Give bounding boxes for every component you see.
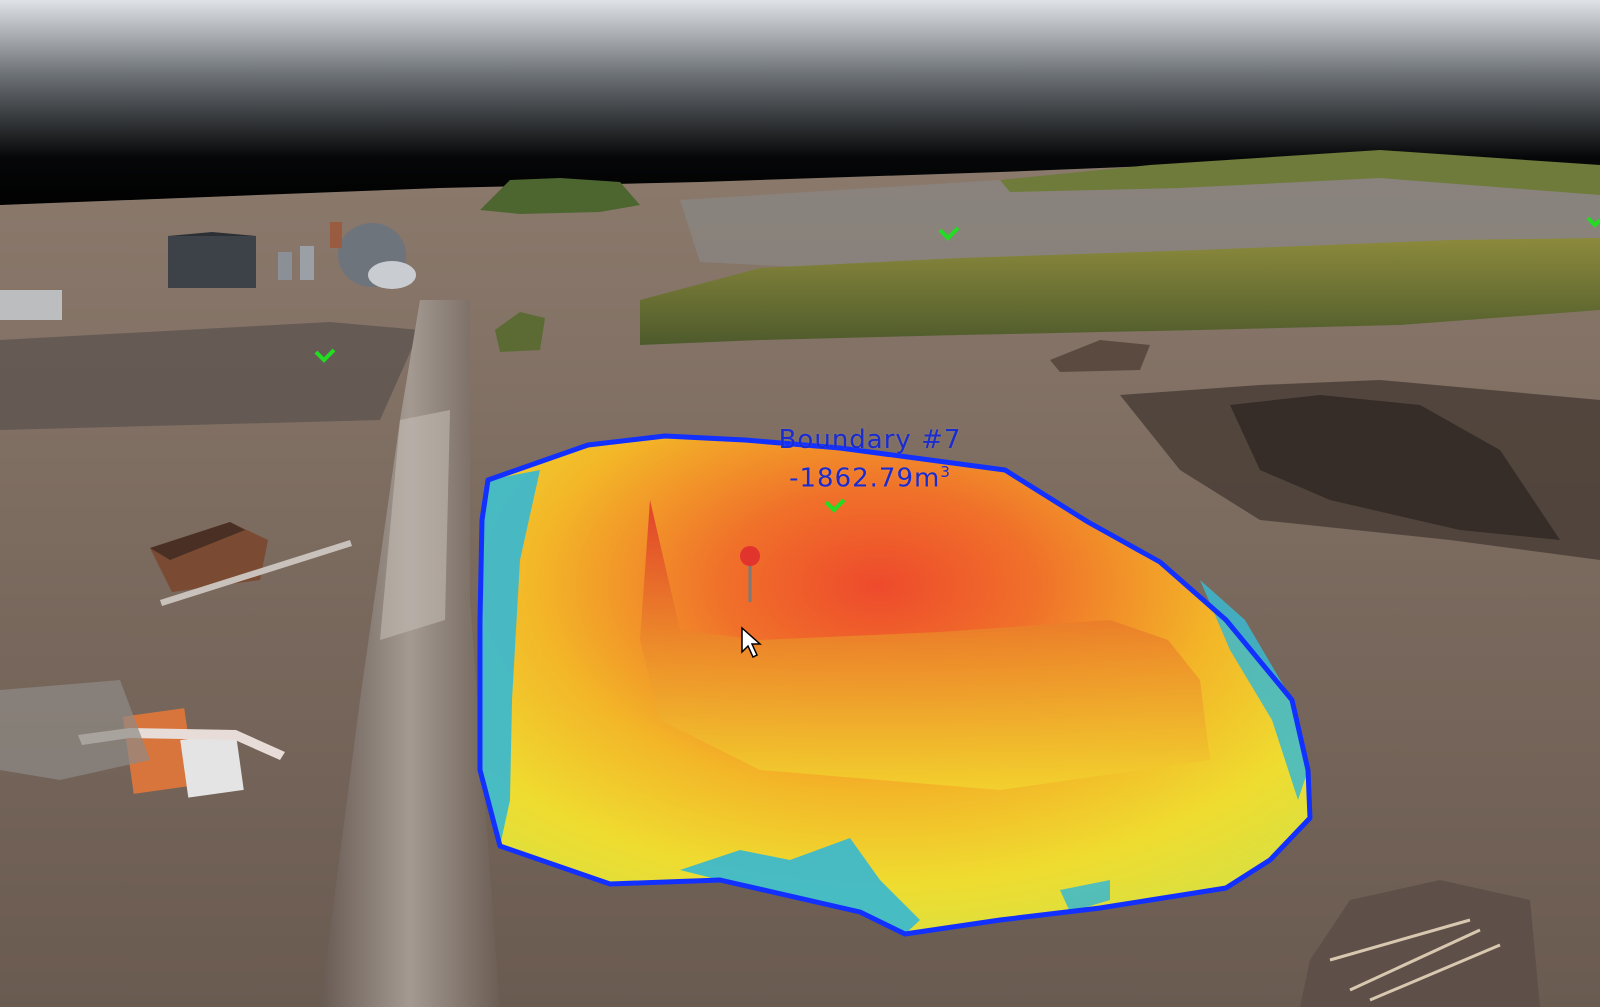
volume-unit: m: [914, 463, 941, 494]
volume-unit-exponent: 3: [940, 463, 951, 481]
volume-value: -1862.79: [789, 463, 915, 494]
white-tank: [180, 732, 244, 798]
silo-3: [330, 222, 342, 248]
boundary-volume: -1862.79m3: [720, 456, 1020, 495]
silo-1: [278, 252, 292, 280]
boundary-measurement-label[interactable]: Boundary #7 -1862.79m3: [720, 424, 1020, 495]
storage-tank-small: [368, 261, 416, 289]
terrain-scene[interactable]: [0, 0, 1600, 1007]
white-sign: [0, 290, 62, 320]
silo-2: [300, 246, 314, 280]
boundary-name: Boundary #7: [778, 425, 962, 455]
dark-lot: [0, 322, 420, 430]
3d-map-viewport[interactable]: Boundary #7 -1862.79m3: [0, 0, 1600, 1007]
shed-building: [168, 236, 256, 288]
